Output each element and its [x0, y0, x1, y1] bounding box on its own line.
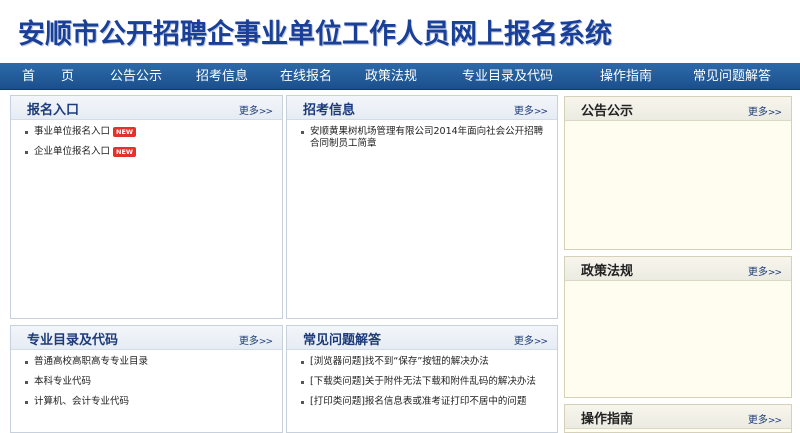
panel-header: 报名入口 更多>> [11, 96, 282, 120]
item-text: 普通高校高职高专专业目录 [34, 356, 149, 367]
item-text: [浏览器问题]找不到“保存”按钮的解决办法 [310, 356, 489, 367]
nav-operation-guide[interactable]: 操作指南 [600, 63, 652, 90]
panel-header: 专业目录及代码 更多>> [11, 326, 282, 350]
panel-header: 常见问题解答 更多>> [287, 326, 557, 350]
list-item[interactable]: 企业单位报名入口 NEW [25, 146, 274, 158]
panel-policies: 政策法规 更多>> [564, 256, 792, 398]
list-item[interactable]: [浏览器问题]找不到“保存”按钮的解决办法 [301, 356, 549, 368]
item-text: 本科专业代码 [34, 376, 92, 387]
site-title: 安顺市公开招聘企事业单位工作人员网上报名系统 [18, 19, 612, 50]
new-badge-icon: NEW [113, 126, 137, 137]
more-link[interactable]: 更多>> [513, 332, 548, 347]
item-text: [下载类问题]关于附件无法下载和附件乱码的解决办法 [310, 376, 536, 387]
more-label: 更多 [238, 336, 259, 347]
nav-announcements[interactable]: 公告公示 [110, 63, 162, 90]
panel-title: 招考信息 [303, 103, 356, 118]
list-item[interactable]: [下载类问题]关于附件无法下载和附件乱码的解决办法 [301, 376, 549, 388]
recruitment-list: 安顺黄果树机场管理有限公司2014年面向社会公开招聘合同制员工简章 [301, 126, 549, 158]
more-link[interactable]: 更多>> [238, 332, 273, 347]
more-link[interactable]: 更多>> [747, 411, 782, 426]
panel-header: 政策法规 更多>> [565, 257, 791, 281]
nav-home[interactable]: 首 页 [22, 63, 74, 90]
panel-title: 报名入口 [27, 103, 80, 118]
faq-list: [浏览器问题]找不到“保存”按钮的解决办法 [下载类问题]关于附件无法下载和附件… [301, 356, 549, 416]
item-text: [打印类问题]报名信息表或准考证打印不居中的问题 [310, 396, 527, 407]
panel-header: 公告公示 更多>> [565, 97, 791, 121]
panel-title: 专业目录及代码 [27, 333, 119, 348]
more-arrows-icon: >> [533, 107, 548, 117]
catalog-list: 普通高校高职高专专业目录 本科专业代码 计算机、会计专业代码 [25, 356, 274, 416]
panel-title: 公告公示 [581, 104, 634, 119]
more-label: 更多 [513, 336, 534, 347]
list-item[interactable]: 本科专业代码 [25, 376, 274, 388]
more-link[interactable]: 更多>> [747, 263, 782, 278]
more-label: 更多 [747, 107, 768, 118]
nav-major-catalog[interactable]: 专业目录及代码 [462, 63, 553, 90]
panel-recruitment: 招考信息 更多>> 安顺黄果树机场管理有限公司2014年面向社会公开招聘合同制员… [286, 95, 558, 319]
nav-online-registration[interactable]: 在线报名 [280, 63, 332, 90]
registration-list: 事业单位报名入口 NEW 企业单位报名入口 NEW [25, 126, 274, 166]
more-arrows-icon: >> [767, 268, 782, 278]
more-label: 更多 [513, 106, 534, 117]
list-item[interactable]: 事业单位报名入口 NEW [25, 126, 274, 138]
more-arrows-icon: >> [258, 107, 273, 117]
panel-faq: 常见问题解答 更多>> [浏览器问题]找不到“保存”按钮的解决办法 [下载类问题… [286, 325, 558, 433]
nav-policies[interactable]: 政策法规 [365, 63, 417, 90]
panel-header: 招考信息 更多>> [287, 96, 557, 120]
list-item[interactable]: 计算机、会计专业代码 [25, 396, 274, 408]
new-badge-icon: NEW [113, 146, 137, 157]
more-arrows-icon: >> [258, 337, 273, 347]
more-arrows-icon: >> [767, 416, 782, 426]
item-text: 计算机、会计专业代码 [34, 396, 130, 407]
more-arrows-icon: >> [533, 337, 548, 347]
item-text: 安顺黄果树机场管理有限公司2014年面向社会公开招聘合同制员工简章 [310, 126, 544, 149]
panel-title: 操作指南 [581, 412, 634, 427]
main-nav: 首 页 公告公示 招考信息 在线报名 政策法规 专业目录及代码 操作指南 常见问… [0, 63, 800, 90]
nav-recruitment-info[interactable]: 招考信息 [196, 63, 248, 90]
panel-operation-guide: 操作指南 更多>> [564, 404, 792, 433]
more-label: 更多 [747, 415, 768, 426]
panel-header: 操作指南 更多>> [565, 405, 791, 429]
more-label: 更多 [238, 106, 259, 117]
panel-title: 政策法规 [581, 264, 634, 279]
nav-faq[interactable]: 常见问题解答 [693, 63, 771, 90]
item-text: 企业单位报名入口 [34, 146, 111, 157]
more-label: 更多 [747, 267, 768, 278]
panel-notices: 公告公示 更多>> [564, 96, 792, 250]
item-text: 事业单位报名入口 [34, 126, 111, 137]
more-link[interactable]: 更多>> [238, 102, 273, 117]
list-item[interactable]: 普通高校高职高专专业目录 [25, 356, 274, 368]
more-link[interactable]: 更多>> [513, 102, 548, 117]
more-arrows-icon: >> [767, 108, 782, 118]
more-link[interactable]: 更多>> [747, 103, 782, 118]
header: 安顺市公开招聘企事业单位工作人员网上报名系统 [0, 0, 800, 63]
panel-title: 常见问题解答 [303, 333, 382, 348]
panel-major-catalog: 专业目录及代码 更多>> 普通高校高职高专专业目录 本科专业代码 计算机、会计专… [10, 325, 283, 433]
list-item[interactable]: [打印类问题]报名信息表或准考证打印不居中的问题 [301, 396, 549, 408]
list-item[interactable]: 安顺黄果树机场管理有限公司2014年面向社会公开招聘合同制员工简章 [301, 126, 549, 150]
panel-registration: 报名入口 更多>> 事业单位报名入口 NEW 企业单位报名入口 NEW [10, 95, 283, 319]
